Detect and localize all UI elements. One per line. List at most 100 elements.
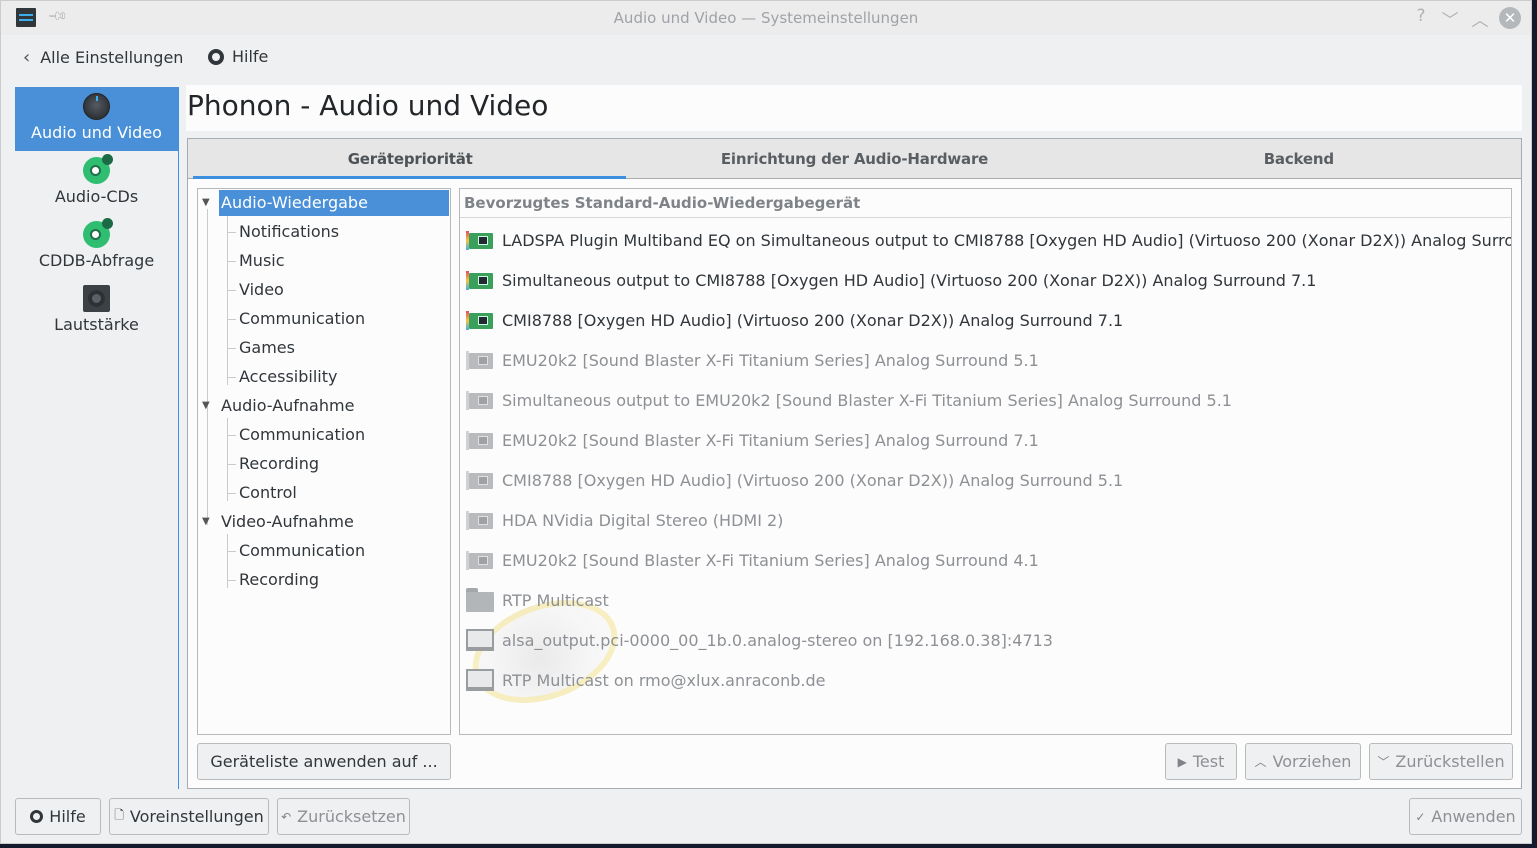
device-label: CMI8788 [Oxygen HD Audio] (Virtuoso 200 … [502,310,1124,330]
window-title: Audio und Video — Systemeinstellungen [613,9,919,27]
tree-item-recording[interactable]: Recording [198,451,450,477]
tree-item-label: Recording [239,570,320,589]
tree-item-communication[interactable]: Communication [198,422,450,448]
audio-knob-icon [83,93,110,120]
device-row[interactable]: EMU20k2 [Sound Blaster X-Fi Titanium Ser… [466,340,1039,380]
tree-item-video[interactable]: Video [198,277,450,303]
tree-item-label: Communication [239,541,366,560]
device-row[interactable]: CMI8788 [Oxygen HD Audio] (Virtuoso 200 … [466,300,1123,340]
title-bar: 📌︎ Audio und Video — Systemeinstellungen… [1,1,1531,35]
device-row[interactable]: EMU20k2 [Sound Blaster X-Fi Titanium Ser… [466,540,1039,580]
defaults-label: Voreinstellungen [129,807,264,826]
all-settings-label: Alle Einstellungen [40,48,184,67]
device-row[interactable]: Simultaneous output to CMI8788 [Oxygen H… [466,260,1316,300]
category-tree[interactable]: ▼ Audio-Wiedergabe Notifications Music V… [197,188,451,735]
tree-item-label: Notifications [239,222,340,241]
device-list-header: Bevorzugtes Standard-Audio-Wiedergabeger… [460,189,1511,218]
tree-item-communication[interactable]: Communication [198,306,450,332]
device-row[interactable]: EMU20k2 [Sound Blaster X-Fi Titanium Ser… [466,420,1039,460]
play-icon: ▶ [1177,754,1187,769]
device-row[interactable]: alsa_output.pci-0000_00_1b.0.analog-ster… [466,620,1053,660]
help-button-top[interactable]: Hilfe [208,47,268,66]
sound-card-icon [466,470,493,490]
document-defaults-icon: 🗋 [114,808,124,822]
page-title: Phonon - Audio und Video [186,85,1522,131]
tree-item-label: Audio-Aufnahme [221,396,355,415]
test-label: Test [1192,752,1225,771]
device-list[interactable]: Bevorzugtes Standard-Audio-Wiedergabeger… [459,188,1512,735]
expand-arrow-icon[interactable]: ▼ [202,393,210,419]
chevron-up-icon: ︿ [1254,755,1267,769]
sound-card-icon [466,550,493,570]
sound-card-icon [466,390,493,410]
sound-card-icon [466,510,493,530]
defaults-button[interactable]: 🗋 Voreinstellungen [109,798,269,835]
tree-item-recording[interactable]: Recording [198,567,450,593]
sidebar-item-label: CDDB-Abfrage [38,251,155,270]
device-row[interactable]: CMI8788 [Oxygen HD Audio] (Virtuoso 200 … [466,460,1123,500]
prefer-button[interactable]: ︿ Vorziehen [1245,743,1361,780]
sound-card-icon [466,310,493,330]
sidebar-item-lautstaerke[interactable]: Lautstärke [15,279,178,343]
system-settings-window: 📌︎ Audio und Video — Systemeinstellungen… [0,0,1532,844]
undo-icon: ↶ [281,809,292,824]
minimize-icon[interactable]: ﹀ [1439,6,1461,31]
tree-item-label: Accessibility [239,367,338,386]
sidebar-item-audio-und-video[interactable]: Audio und Video [15,87,178,151]
tree-item-audio-aufnahme[interactable]: ▼ Audio-Aufnahme [198,393,450,419]
chevron-left-icon: ‹ [23,47,31,68]
tree-item-label: Communication [239,425,366,444]
device-label: LADSPA Plugin Multiband EQ on Simultaneo… [502,230,1512,250]
tab-geraeteprioritaet[interactable]: Gerätepriorität [188,139,632,178]
cddb-cd-icon [83,218,113,248]
tree-item-notifications[interactable]: Notifications [198,219,450,245]
sidebar-item-audio-cds[interactable]: Audio-CDs [15,151,178,215]
device-label: alsa_output.pci-0000_00_1b.0.analog-ster… [502,630,1053,650]
apply-label: Anwenden [1431,807,1516,826]
device-label: EMU20k2 [Sound Blaster X-Fi Titanium Ser… [502,430,1039,450]
sidebar-item-label: Audio und Video [31,123,162,142]
expand-arrow-icon[interactable]: ▼ [202,190,210,216]
apply-device-list-button[interactable]: Geräteliste anwenden auf ... [197,743,451,780]
sound-card-icon [466,430,493,450]
tree-item-accessibility[interactable]: Accessibility [198,364,450,390]
defer-button[interactable]: ﹀ Zurückstellen [1369,743,1513,780]
tab-backend[interactable]: Backend [1077,139,1521,178]
device-row[interactable]: Simultaneous output to EMU20k2 [Sound Bl… [466,380,1232,420]
device-label: HDA NVidia Digital Stereo (HDMI 2) [502,510,784,530]
lifebuoy-icon [30,810,44,823]
reset-button[interactable]: ↶ Zurücksetzen [277,798,410,835]
device-row[interactable]: LADSPA Plugin Multiband EQ on Simultaneo… [466,220,1512,260]
close-icon[interactable]: ✕ [1499,7,1521,29]
tree-item-label: Video [239,280,284,299]
defer-label: Zurückstellen [1395,752,1505,771]
tree-item-communication[interactable]: Communication [198,538,450,564]
sidebar-item-cddb-abfrage[interactable]: CDDB-Abfrage [15,215,178,279]
tab-audio-hardware[interactable]: Einrichtung der Audio-Hardware [632,139,1076,178]
tree-item-label: Control [239,483,297,502]
tree-item-music[interactable]: Music [198,248,450,274]
help-button[interactable]: Hilfe [15,798,101,835]
test-button[interactable]: ▶ Test [1165,743,1237,780]
apply-button[interactable]: ✓ Anwenden [1409,798,1522,835]
reset-label: Zurücksetzen [297,807,406,826]
maximize-icon[interactable]: ︿ [1469,6,1491,31]
help-label: Hilfe [49,807,86,826]
tree-item-games[interactable]: Games [198,335,450,361]
audio-cd-icon [83,154,113,184]
tree-item-audio-wiedergabe[interactable]: ▼ Audio-Wiedergabe [198,190,450,216]
help-question-icon[interactable]: ? [1410,6,1432,26]
device-label: EMU20k2 [Sound Blaster X-Fi Titanium Ser… [502,550,1039,570]
tree-item-control[interactable]: Control [198,480,450,506]
sidebar: Audio und Video Audio-CDs CDDB-Abfrage L… [15,87,179,789]
device-row[interactable]: RTP Multicast [466,580,609,620]
all-settings-button[interactable]: ‹ Alle Einstellungen [23,47,183,68]
device-row[interactable]: RTP Multicast on rmo@xlux.anraconb.de [466,660,825,700]
device-row[interactable]: HDA NVidia Digital Stereo (HDMI 2) [466,500,783,540]
sidebar-item-label: Lautstärke [54,315,139,334]
tree-item-video-aufnahme[interactable]: ▼ Video-Aufnahme [198,509,450,535]
expand-arrow-icon[interactable]: ▼ [202,509,210,535]
speaker-volume-icon [83,285,110,312]
toolbar: ‹ Alle Einstellungen Hilfe [1,35,1531,81]
tab-panel: Gerätepriorität Einrichtung der Audio-Ha… [187,138,1522,789]
